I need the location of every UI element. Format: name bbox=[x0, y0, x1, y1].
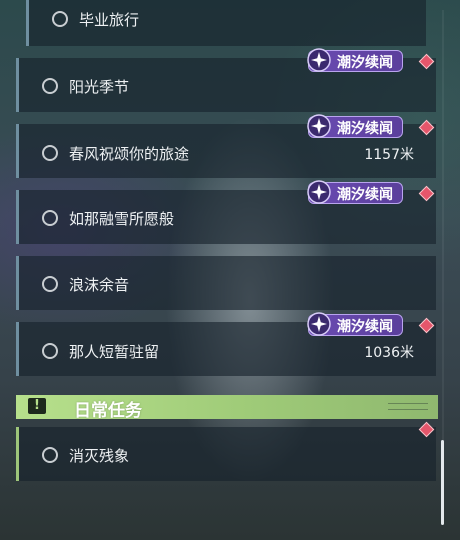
quest-status-circle-icon bbox=[42, 210, 58, 226]
tide-story-tag: 潮汐续闻 bbox=[307, 114, 403, 138]
quest-status-circle-icon bbox=[42, 447, 58, 463]
sparkle-badge-icon bbox=[307, 180, 331, 204]
decorative-lines bbox=[388, 403, 428, 410]
quest-title: 如那融雪所愿般 bbox=[69, 210, 175, 228]
quest-status-circle-icon bbox=[52, 11, 68, 27]
tag-label: 潮汐续闻 bbox=[337, 121, 393, 137]
tag-label: 潮汐续闻 bbox=[337, 319, 393, 335]
quest-distance: 1157米 bbox=[364, 147, 414, 163]
quest-status-circle-icon bbox=[42, 276, 58, 292]
exclamation-icon: ! bbox=[28, 398, 46, 414]
quest-title: 毕业旅行 bbox=[79, 11, 140, 29]
quest-list: 毕业旅行 阳光季节 潮汐续闻 春风祝颂你的旅途 1157米 潮汐续闻 如那融雪所… bbox=[0, 0, 460, 540]
sparkle-badge-icon bbox=[307, 114, 331, 138]
quest-title: 春风祝颂你的旅途 bbox=[69, 145, 190, 163]
tide-story-tag: 潮汐续闻 bbox=[307, 48, 403, 72]
quest-status-circle-icon bbox=[42, 343, 58, 359]
section-title: 日常任务 bbox=[74, 401, 142, 421]
quest-status-circle-icon bbox=[42, 145, 58, 161]
quest-title: 那人短暂驻留 bbox=[69, 343, 160, 361]
tag-label: 潮汐续闻 bbox=[337, 187, 393, 203]
quest-distance: 1036米 bbox=[364, 345, 414, 361]
quest-title: 浪沫余音 bbox=[69, 276, 130, 294]
quest-item-eliminate-phantoms[interactable]: 消灭残象 bbox=[16, 427, 436, 481]
quest-title: 阳光季节 bbox=[69, 78, 130, 96]
tag-label: 潮汐续闻 bbox=[337, 55, 393, 71]
quest-title: 消灭残象 bbox=[69, 447, 130, 465]
quest-status-circle-icon bbox=[42, 78, 58, 94]
tide-story-tag: 潮汐续闻 bbox=[307, 312, 403, 336]
sparkle-badge-icon bbox=[307, 48, 331, 72]
tide-story-tag: 潮汐续闻 bbox=[307, 180, 403, 204]
sparkle-badge-icon bbox=[307, 312, 331, 336]
quest-item-graduation-trip[interactable]: 毕业旅行 bbox=[26, 0, 426, 46]
scrollbar-thumb[interactable] bbox=[441, 440, 444, 525]
daily-quests-header[interactable]: ! 日常任务 bbox=[16, 395, 438, 421]
quest-item-foam-echo[interactable]: 浪沫余音 bbox=[16, 256, 436, 310]
